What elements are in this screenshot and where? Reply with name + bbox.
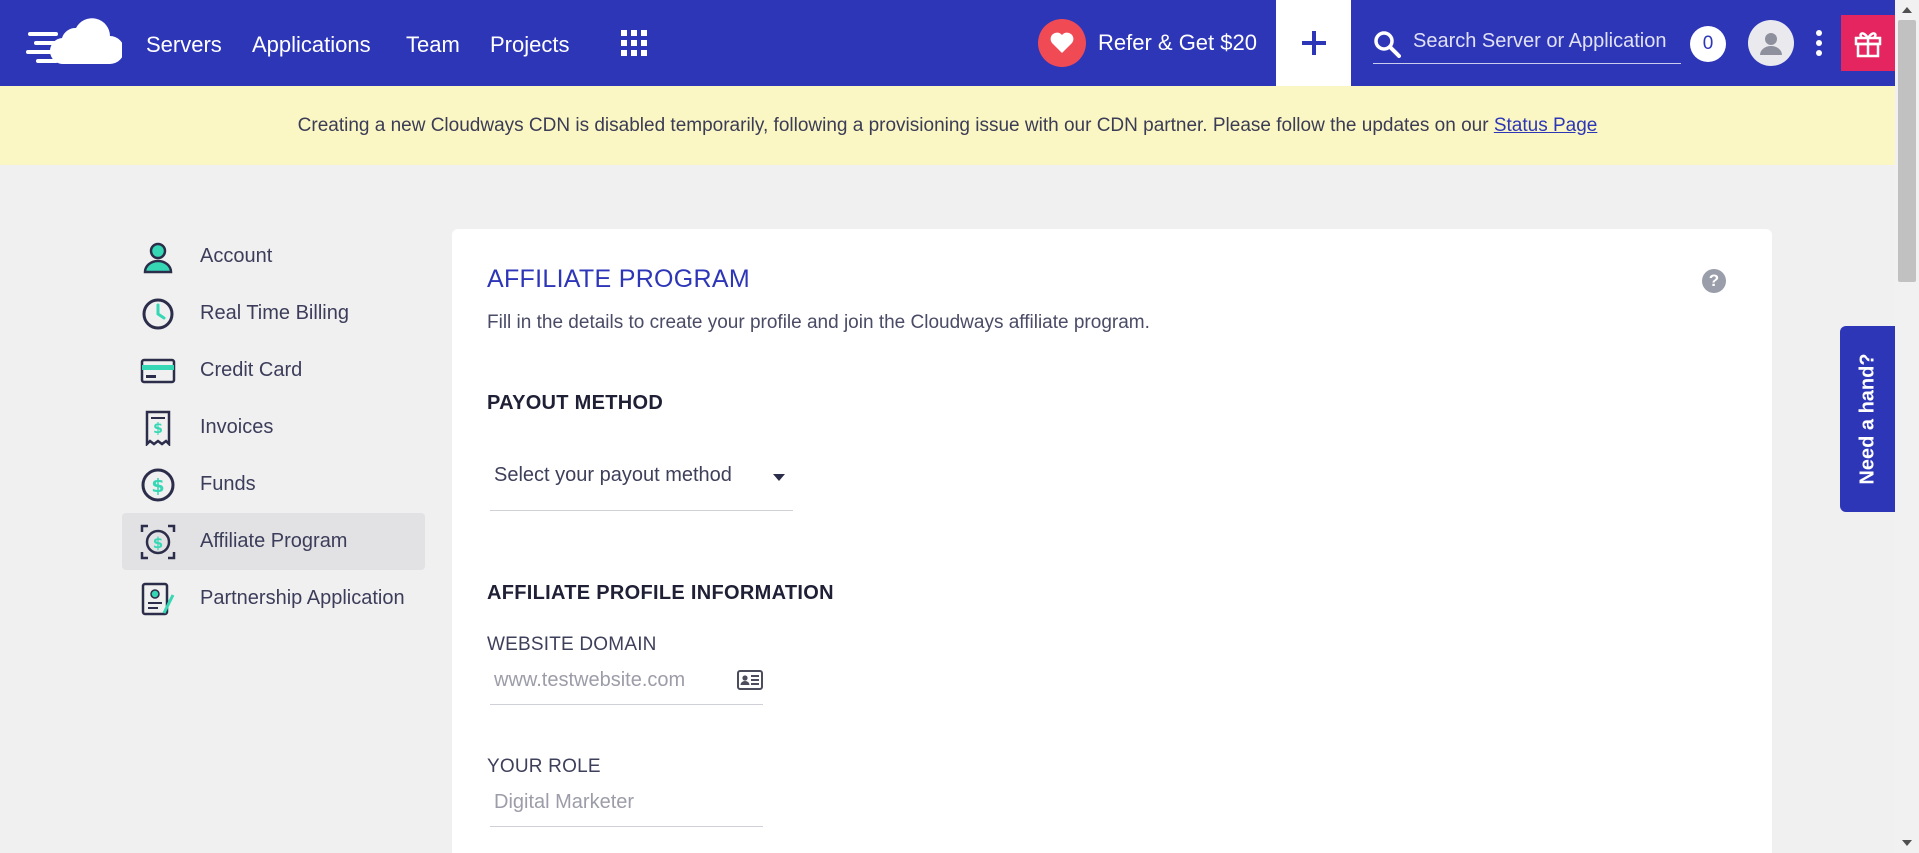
your-role-label: YOUR ROLE	[487, 756, 601, 777]
sidebar-item-label: Account	[200, 245, 273, 267]
sidebar-item-affiliate-program[interactable]: $ Affiliate Program	[122, 513, 425, 570]
sidebar-item-label: Affiliate Program	[200, 530, 348, 552]
caret-down-icon	[773, 474, 785, 481]
cloudways-logo-icon[interactable]	[26, 14, 122, 70]
website-domain-label: WEBSITE DOMAIN	[487, 634, 657, 655]
nav-applications-link[interactable]: Applications	[252, 28, 371, 62]
sidebar-item-real-time-billing[interactable]: Real Time Billing	[122, 285, 425, 342]
scroll-up-icon[interactable]	[1902, 7, 1912, 13]
payout-method-select[interactable]: Select your payout method	[490, 449, 793, 511]
nav-servers-link[interactable]: Servers	[146, 28, 222, 62]
invoice-icon: $	[145, 410, 171, 446]
refer-button[interactable]: Refer & Get $20	[1038, 19, 1257, 67]
partnership-icon	[141, 582, 175, 615]
website-domain-field	[490, 655, 763, 705]
sidebar-item-account[interactable]: Account	[122, 228, 425, 285]
heart-icon	[1038, 19, 1086, 67]
svg-text:$: $	[151, 475, 164, 497]
sidebar-item-label: Partnership Application	[200, 587, 405, 609]
apps-grid-icon[interactable]	[620, 29, 648, 57]
search-icon[interactable]	[1373, 30, 1401, 58]
need-a-hand-label: Need a hand?	[1856, 353, 1878, 485]
page-subtitle: Fill in the details to create your profi…	[487, 312, 1150, 333]
add-new-button[interactable]	[1276, 0, 1351, 86]
account-icon	[143, 242, 173, 273]
search-input[interactable]	[1413, 24, 1681, 58]
nav-projects-link[interactable]: Projects	[490, 28, 569, 62]
gift-button[interactable]	[1841, 15, 1895, 71]
help-icon[interactable]: ?	[1702, 269, 1726, 293]
sidebar-item-invoices[interactable]: $ Invoices	[122, 399, 425, 456]
scrollbar-thumb[interactable]	[1898, 20, 1916, 282]
sidebar-item-credit-card[interactable]: Credit Card	[122, 342, 425, 399]
svg-text:$: $	[153, 534, 163, 552]
sidebar-item-partnership-application[interactable]: Partnership Application	[122, 570, 425, 627]
credit-card-icon	[140, 358, 176, 383]
status-page-link[interactable]: Status Page	[1494, 115, 1598, 136]
your-role-input[interactable]	[494, 787, 724, 817]
user-icon	[1760, 33, 1782, 55]
need-a-hand-tab[interactable]: Need a hand?	[1840, 326, 1895, 512]
notice-text: Creating a new Cloudways CDN is disabled…	[297, 115, 1494, 136]
dollar-icon: $	[141, 468, 175, 501]
sidebar-item-label: Credit Card	[200, 359, 303, 381]
sidebar-item-label: Invoices	[200, 416, 274, 438]
id-card-icon	[737, 670, 763, 690]
sidebar-item-label: Real Time Billing	[200, 302, 349, 324]
affiliate-icon: $	[140, 524, 176, 559]
refer-label: Refer & Get $20	[1098, 30, 1257, 55]
affiliate-program-card: AFFILIATE PROGRAM ? Fill in the details …	[452, 229, 1772, 853]
top-navigation-bar: Servers Applications Team Projects Refer…	[0, 0, 1895, 86]
your-role-field	[490, 777, 763, 827]
payout-method-heading: PAYOUT METHOD	[487, 392, 664, 414]
scroll-down-icon[interactable]	[1902, 840, 1912, 846]
payout-method-value: Select your payout method	[494, 464, 732, 486]
more-menu-icon[interactable]	[1812, 28, 1826, 58]
sidebar-item-funds[interactable]: $ Funds	[122, 456, 425, 513]
page-title: AFFILIATE PROGRAM	[487, 265, 750, 293]
search-box	[1373, 22, 1681, 64]
notification-count-badge[interactable]: 0	[1690, 26, 1726, 62]
nav-team-link[interactable]: Team	[406, 28, 460, 62]
cdn-notice-banner: Creating a new Cloudways CDN is disabled…	[0, 86, 1895, 165]
gift-icon	[1854, 32, 1882, 58]
profile-info-heading: AFFILIATE PROFILE INFORMATION	[487, 582, 834, 604]
website-domain-input[interactable]	[494, 665, 724, 695]
account-sidebar: Account Real Time Billing Credit Card $ …	[122, 228, 425, 627]
svg-text:$: $	[153, 421, 163, 437]
page-scrollbar[interactable]	[1895, 0, 1919, 853]
plus-icon	[1301, 31, 1326, 55]
sidebar-item-label: Funds	[200, 473, 256, 495]
clock-icon	[142, 298, 174, 329]
avatar[interactable]	[1748, 20, 1794, 66]
